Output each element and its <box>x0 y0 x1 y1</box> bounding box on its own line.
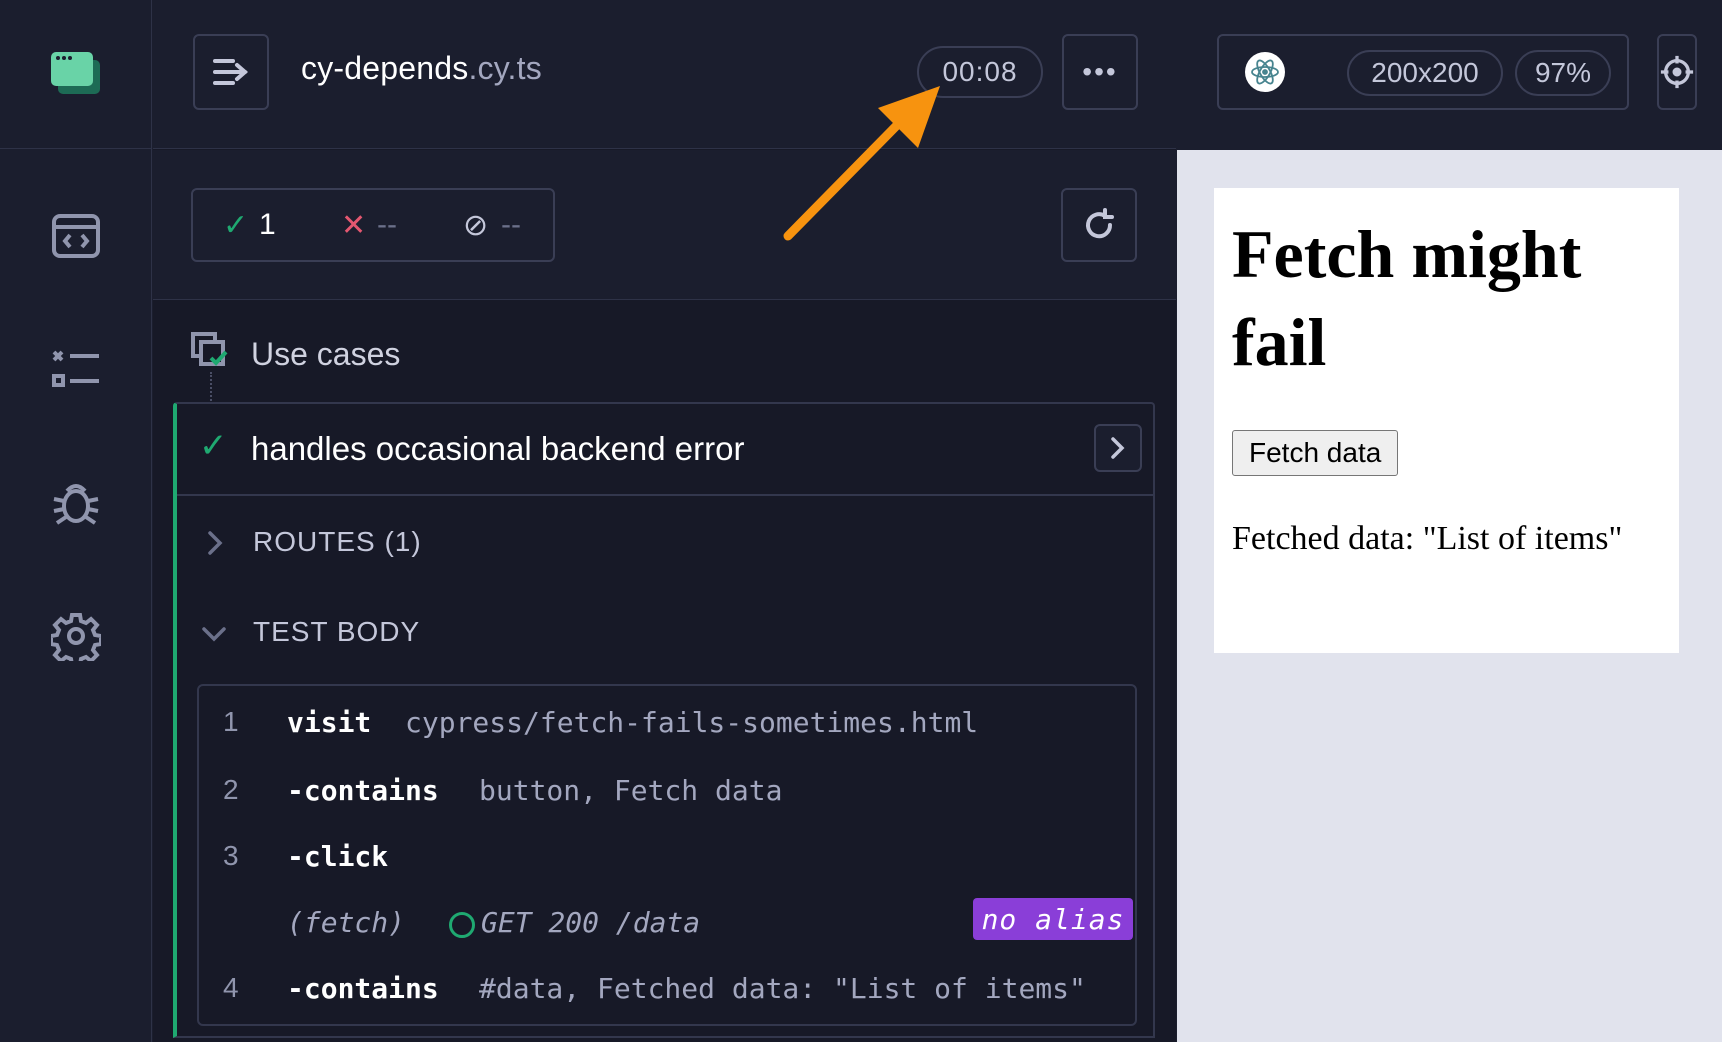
code-window-icon <box>52 214 100 258</box>
test-body-label: TEST BODY <box>253 616 421 647</box>
duration-timer: 00:08 <box>917 46 1043 98</box>
checklist-icon <box>52 350 99 387</box>
selector-playground-button[interactable] <box>1657 34 1697 110</box>
command-message: #data, Fetched data: "List of items" <box>479 972 1086 1005</box>
reporter-header: cy-depends.cy.ts 00:08 ••• <box>153 0 1176 149</box>
collapse-arrow-icon <box>213 59 249 85</box>
command-number: 3 <box>223 840 239 871</box>
refresh-icon <box>1086 208 1114 239</box>
routes-label: ROUTES (1) <box>253 526 422 557</box>
bug-icon <box>53 484 99 525</box>
failed-count: -- <box>377 208 397 241</box>
suite-title: Use cases <box>251 336 401 372</box>
command-row[interactable]: 1 visit cypress/fetch-fails-sometimes.ht… <box>199 692 1135 752</box>
reporter-panel: cy-depends.cy.ts 00:08 ••• ✓ 1 ✕ -- ⊘ --… <box>153 0 1176 1042</box>
command-message: cypress/fetch-fails-sometimes.html <box>405 706 979 739</box>
command-name: -contains <box>287 972 439 1005</box>
app-under-test-frame: Fetch might fail Fetch data Fetched data… <box>1214 188 1679 653</box>
chevron-right-icon <box>1111 437 1125 459</box>
command-name: -click <box>287 840 389 873</box>
failed-x-icon: ✕ <box>341 209 367 242</box>
alias-badge: no alias <box>973 898 1133 940</box>
nav-settings-button[interactable] <box>50 610 102 662</box>
routes-toggle[interactable]: ROUTES (1) <box>177 512 1153 572</box>
command-message: button, Fetch data <box>479 774 783 807</box>
pending-circle-icon <box>449 912 475 938</box>
command-name: visit <box>287 706 372 739</box>
test-passed-check-icon: ✓ <box>199 427 228 465</box>
command-row[interactable]: 3 -click <box>199 826 1135 886</box>
viewport-size: 200x200 <box>1347 50 1503 96</box>
fetched-data-text: Fetched data: "List of items" <box>1232 520 1623 557</box>
cypress-logo-icon <box>51 52 100 94</box>
command-number: 1 <box>223 706 239 737</box>
open-in-ide-button[interactable] <box>1094 424 1142 472</box>
command-number: 2 <box>223 774 239 805</box>
command-number: 4 <box>223 972 239 1003</box>
passed-check-icon: ✓ <box>223 209 249 242</box>
suite-icon <box>191 332 228 366</box>
pending-count: -- <box>501 208 521 241</box>
toggle-specs-list-button[interactable] <box>193 34 269 110</box>
aut-area: Fetch might fail Fetch data Fetched data… <box>1177 150 1722 1042</box>
command-log: 1 visit cypress/fetch-fails-sometimes.ht… <box>197 684 1137 1026</box>
spec-base-name: cy-depends <box>301 50 469 86</box>
chevron-down-icon <box>202 627 226 642</box>
fetch-data-button[interactable]: Fetch data <box>1232 430 1399 476</box>
command-row[interactable]: 4 -contains #data, Fetched data: "List o… <box>199 958 1135 1018</box>
test-card: ✓ handles occasional backend error ROUTE… <box>173 402 1155 1038</box>
fetch-event-row[interactable]: (fetch) GET 200 /data no alias <box>199 892 1135 952</box>
event-name: (fetch) <box>287 906 406 939</box>
browser-info-bar: 200x200 97% <box>1217 34 1629 110</box>
stats-bar: ✓ 1 ✕ -- ⊘ -- <box>153 150 1176 300</box>
browser-button[interactable] <box>1245 52 1285 92</box>
aut-heading: Fetch might fail <box>1232 216 1582 380</box>
rerun-button[interactable] <box>1061 188 1137 262</box>
passed-count: 1 <box>259 208 276 241</box>
logo-area <box>0 0 151 149</box>
command-row[interactable]: 2 -contains button, Fetch data <box>199 760 1135 820</box>
event-message: GET 200 /data <box>481 906 701 939</box>
gear-icon <box>51 613 101 661</box>
suite-tree-line <box>210 372 212 404</box>
aut-header: 200x200 97% <box>1177 0 1722 149</box>
test-stats: ✓ 1 ✕ -- ⊘ -- <box>191 188 555 262</box>
test-title: handles occasional backend error <box>251 430 745 467</box>
nav-debug-button[interactable] <box>50 476 102 528</box>
spec-file-name: cy-depends.cy.ts <box>301 50 542 87</box>
chevron-right-icon <box>208 531 223 555</box>
viewport-scale: 97% <box>1515 50 1611 96</box>
spec-extension: .cy.ts <box>468 50 542 86</box>
electron-icon <box>1251 59 1279 85</box>
nav-runs-button[interactable] <box>50 344 102 396</box>
ellipsis-icon: ••• <box>1082 56 1118 87</box>
nav-specs-button[interactable] <box>50 210 102 262</box>
crosshair-icon <box>1660 55 1694 89</box>
command-name: -contains <box>287 774 439 807</box>
more-options-button[interactable]: ••• <box>1062 34 1138 110</box>
pending-icon: ⊘ <box>463 209 489 242</box>
test-body-toggle[interactable]: TEST BODY <box>177 602 1153 662</box>
test-header[interactable]: ✓ handles occasional backend error <box>177 404 1153 496</box>
side-nav <box>0 0 152 1042</box>
